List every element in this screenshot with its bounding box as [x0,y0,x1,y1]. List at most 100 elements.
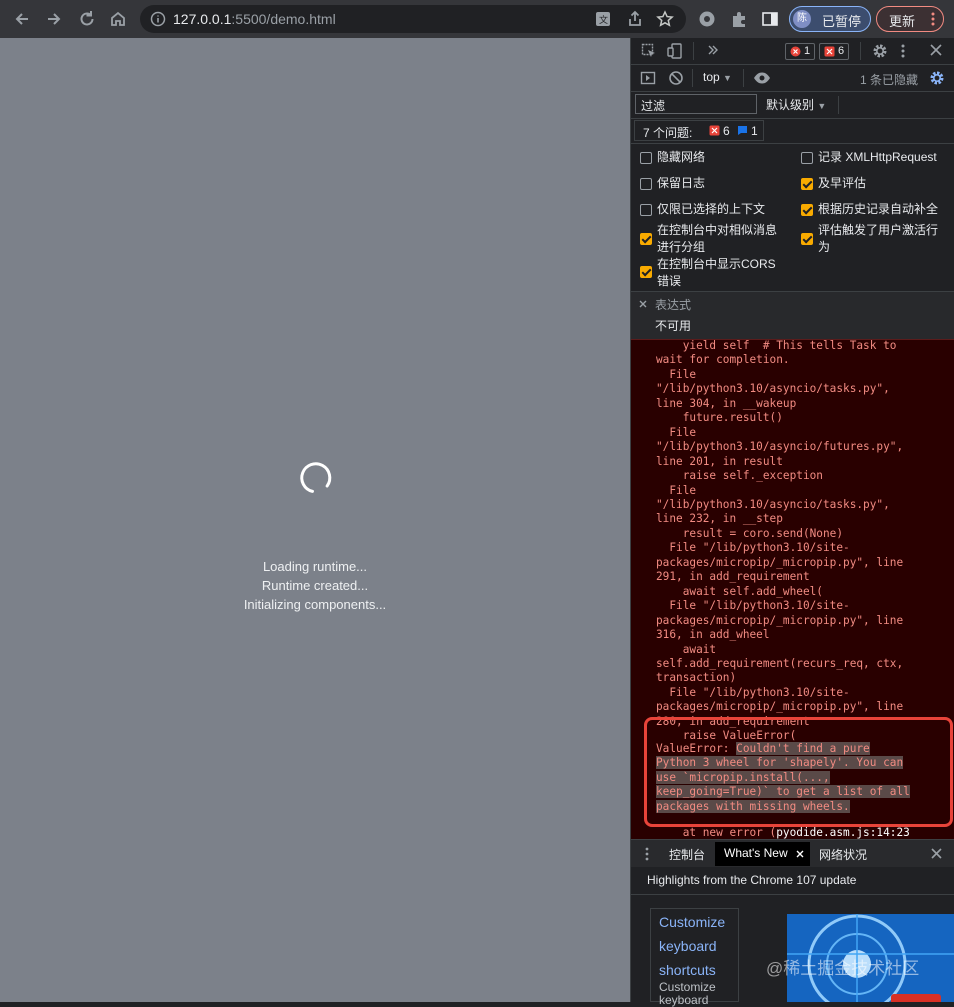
issues-row: 7 个问题: 6 1 [631,119,954,142]
bookmark-star-icon[interactable] [656,10,674,28]
console-error-message[interactable]: yield self # This tells Task to wait for… [631,339,954,839]
reload-icon[interactable] [75,7,99,31]
show-cors-errors-label: 在控制台中显示CORS错误 [657,257,776,288]
inspect-element-icon[interactable] [641,43,657,59]
link-keyboard[interactable]: keyboard [659,938,717,954]
sidebar-toggle-icon[interactable] [640,70,656,86]
page-viewport: Loading runtime... Runtime created... In… [0,38,630,1002]
extension-logo-icon[interactable] [697,9,717,29]
url-text: 127.0.0.1:5500/demo.html [173,11,336,27]
close-drawer-icon[interactable] [931,848,942,859]
hide-network-checkbox[interactable] [640,152,652,164]
preserve-log-checkbox[interactable] [640,178,652,190]
treat-evaluation-as-user-activation-checkbox[interactable] [801,233,813,245]
expression-value: 不可用 [655,319,692,333]
filter-input-text: 过滤 [641,99,666,113]
hide-network-label: 隐藏网络 [657,150,706,164]
clear-console-icon[interactable] [668,70,684,86]
close-devtools-icon[interactable] [930,44,942,56]
link-customize-secondary: Customize [659,980,716,994]
context-select[interactable]: top ▼ [703,70,732,84]
show-cors-errors-checkbox[interactable] [640,266,652,278]
whats-new-title: Highlights from the Chrome 107 update [647,873,857,887]
stack-source-link[interactable]: pyodide.asm.js:14:23 [776,826,910,839]
error-count: 1 [804,45,811,57]
filter-input[interactable]: 过滤 [635,94,757,114]
selected-context-only-checkbox[interactable] [640,204,652,216]
log-level-value: 默认级别 [766,98,815,112]
console-settings-panel: 隐藏网络 保留日志 仅限已选择的上下文 在控制台中对相似消息进行分组 在控制台中… [631,144,954,291]
error-count-badge[interactable]: 1 [785,43,816,60]
treat-evaluation-label: 评估触发了用户激活行为 [818,223,939,254]
eager-evaluation-checkbox[interactable] [801,178,813,190]
tab-network-conditions[interactable]: 网络状况 [819,846,867,863]
stack-prefix: at new error ( [656,826,777,839]
live-expression: 表达式 不可用 [631,292,954,339]
more-vert-icon [927,12,939,26]
whats-new-header: Highlights from the Chrome 107 update [631,867,954,895]
profile-status-label: 已暂停 [822,14,862,29]
back-arrow-icon[interactable] [10,7,34,31]
devtools-panel: 1 6 top ▼ 1 条已隐藏 过滤 默认级别 ▼ 7 个问题: 6 1 隐藏… [630,38,954,1007]
live-expression-eye-icon[interactable] [753,71,771,85]
expression-label[interactable]: 表达式 [655,296,691,313]
stack-frame-line: at new error (pyodide.asm.js:14:23 [656,826,910,839]
info-icon[interactable] [150,11,166,27]
svg-text:文: 文 [599,14,608,26]
toolbar-divider [860,42,861,60]
avatar: 陈 [793,10,811,28]
console-settings-gear-icon[interactable] [929,70,945,86]
selected-context-only-label: 仅限已选择的上下文 [657,202,766,216]
status-line-loading: Loading runtime... [262,559,368,574]
loading-spinner-icon [295,459,335,499]
link-shortcuts[interactable]: shortcuts [659,962,716,978]
drawer-tab-bar: 控制台 What's New 网络状况 [631,839,954,867]
share-icon[interactable] [626,10,644,28]
status-line-created: Runtime created... [261,578,369,593]
device-toolbar-icon[interactable] [667,43,683,59]
settings-gear-icon[interactable] [872,43,888,59]
link-customize[interactable]: Customize [659,914,725,930]
log-xhr-checkbox[interactable] [801,152,813,164]
browser-toolbar: 127.0.0.1:5500/demo.html 文 陈 已暂停 更新 [0,0,954,38]
address-bar[interactable]: 127.0.0.1:5500/demo.html 文 [140,5,686,33]
translate-icon[interactable]: 文 [594,10,612,28]
toolbar-divider [743,69,744,87]
update-button[interactable]: 更新 [876,6,944,32]
group-similar-label: 在控制台中对相似消息进行分组 [657,223,778,254]
dropdown-arrow-icon: ▼ [723,73,732,83]
autocomplete-history-label: 根据历史记录自动补全 [818,202,939,216]
hidden-messages-count: 1 条已隐藏 [860,73,919,87]
forward-arrow-icon[interactable] [42,7,66,31]
issues-error-count: 6 [723,124,730,138]
extensions-puzzle-icon[interactable] [729,9,749,29]
remove-expression-icon[interactable] [639,300,647,308]
drawer-menu-icon[interactable] [645,847,649,861]
toolbar-divider [693,42,694,60]
status-line-initializing: Initializing components... [243,597,387,612]
issues-button[interactable]: 7 个问题: 6 1 [634,120,764,141]
issue-count-badge[interactable]: 6 [819,43,850,60]
profile-button[interactable]: 陈 已暂停 [789,6,871,32]
url-host: 127.0.0.1 [173,11,232,27]
issues-label: 7 个问题: [643,126,693,140]
preserve-log-label: 保留日志 [657,176,706,190]
error-icon [790,46,801,57]
issue-flag-icon [824,46,835,57]
close-tab-icon[interactable] [796,850,804,858]
dropdown-arrow-icon: ▼ [817,101,827,111]
group-similar-checkbox[interactable] [640,233,652,245]
watermark: @稀土掘金技术社区 [766,959,920,978]
tab-whats-new[interactable]: What's New [715,842,810,866]
tab-console[interactable]: 控制台 [669,846,705,863]
console-toolbar: top ▼ 1 条已隐藏 [631,65,954,91]
context-select-value: top [703,70,720,84]
autocomplete-history-checkbox[interactable] [801,204,813,216]
side-panel-icon[interactable] [760,9,780,29]
more-options-icon[interactable] [901,43,905,59]
toolbar-divider [838,96,839,114]
home-icon[interactable] [106,7,130,31]
log-level-select[interactable]: 默认级别 ▼ [766,96,826,113]
url-path: :5500/demo.html [231,11,336,27]
more-tabs-chevron-icon[interactable] [707,44,719,56]
